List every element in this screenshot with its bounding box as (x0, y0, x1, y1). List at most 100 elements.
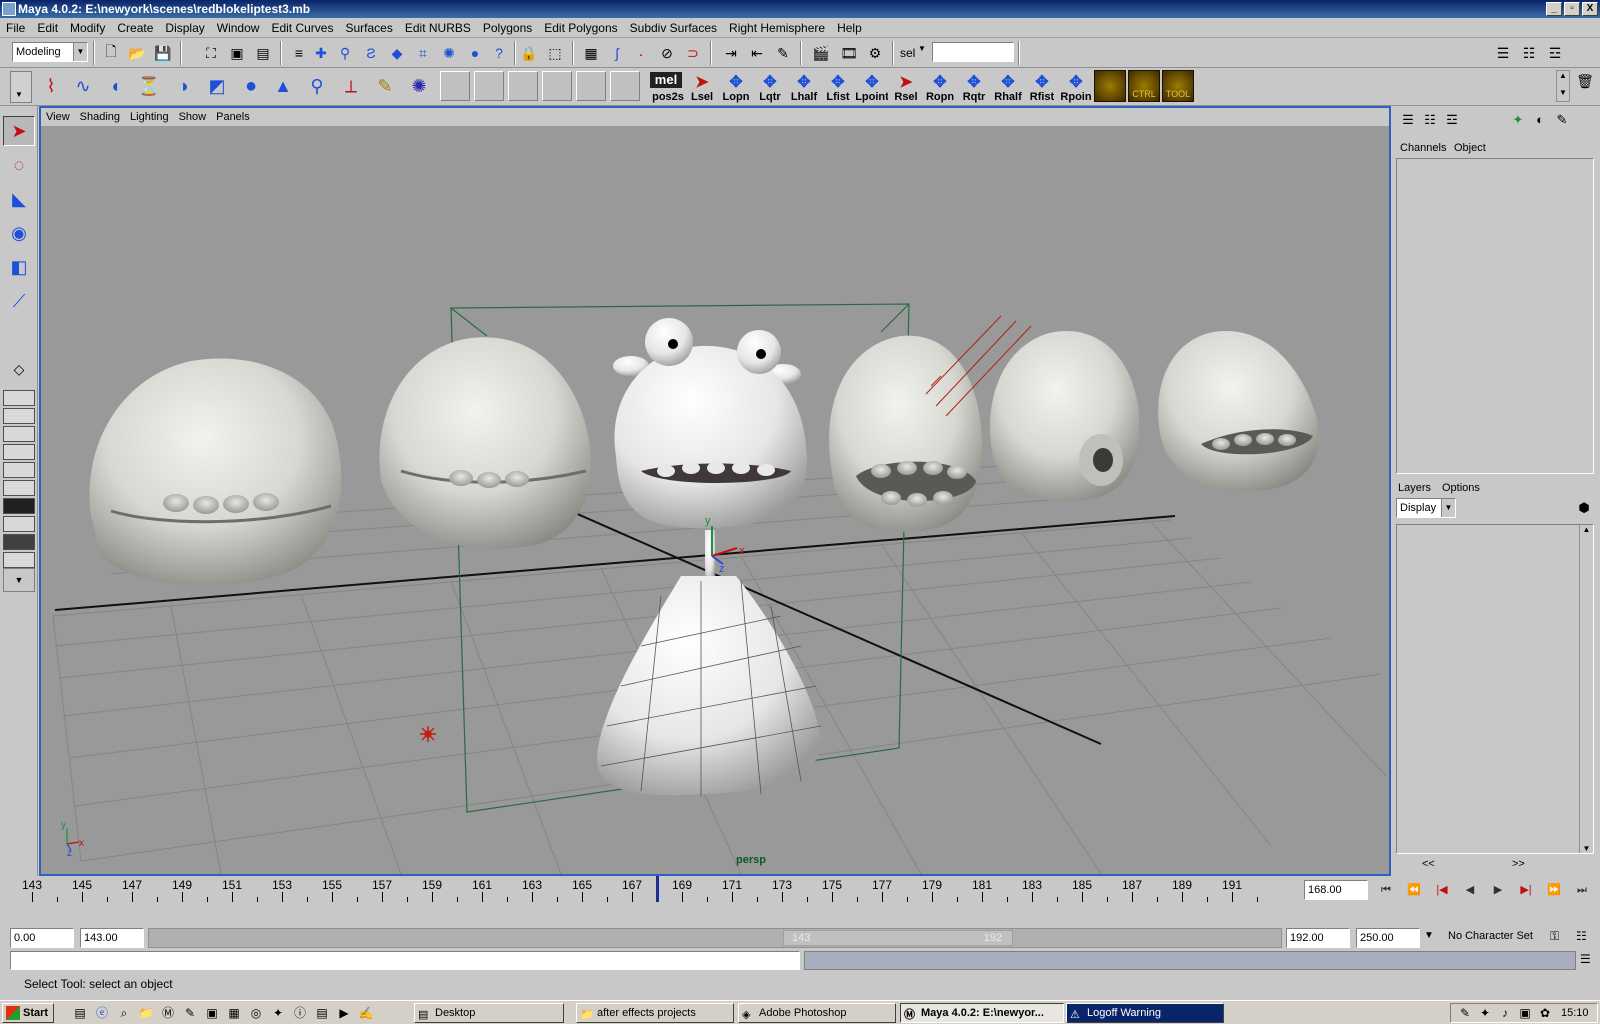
quicklaunch-app-icon[interactable]: ▶ (336, 1005, 352, 1021)
viewport-menu-show[interactable]: Show (174, 108, 212, 126)
current-time-marker[interactable] (656, 876, 659, 902)
chevron-down-icon[interactable]: ▼ (918, 44, 926, 53)
persp-graph-layout-icon[interactable] (3, 480, 35, 496)
shelf-empty-slot[interactable] (610, 71, 640, 101)
shelf-empty-slot[interactable] (542, 71, 572, 101)
quicklaunch-app-icon[interactable]: ✎ (182, 1005, 198, 1021)
ipr-render-icon[interactable]: 🎞 (838, 42, 860, 64)
select-component-icon[interactable]: ▤ (252, 42, 274, 64)
shelf-button-rsel[interactable]: ➤ Rsel (890, 71, 922, 104)
viewport-persp[interactable]: View Shading Lighting Show Panels y x z … (39, 106, 1391, 876)
shelf-scrollbar[interactable]: ▲ ▼ (1556, 70, 1570, 102)
planar-icon[interactable]: ◩ (206, 75, 228, 97)
snap-curve-icon[interactable]: ʃ (606, 42, 628, 64)
tray-app-icon[interactable]: ✎ (1457, 1005, 1473, 1021)
chevron-down-icon[interactable]: ▼ (1557, 88, 1569, 97)
graph-layout-icon[interactable] (3, 552, 35, 568)
quicklaunch-ie-icon[interactable]: ⓔ (94, 1005, 110, 1021)
cv-curve-icon[interactable]: ⌇ (40, 75, 62, 97)
start-button[interactable]: Start (2, 1003, 54, 1023)
playback-end-field[interactable]: 192.00 (1286, 928, 1350, 948)
misc-mask-icon[interactable]: ? (488, 42, 510, 64)
menu-edit[interactable]: Edit (31, 18, 64, 38)
task-adobe-photoshop[interactable]: ◈ Adobe Photoshop (738, 1003, 896, 1023)
particle-icon[interactable]: ✺ (408, 75, 430, 97)
menu-subdiv-surfaces[interactable]: Subdiv Surfaces (624, 18, 723, 38)
menu-modify[interactable]: Modify (64, 18, 111, 38)
quicklaunch-app-icon[interactable]: ▣ (204, 1005, 220, 1021)
input-ops-icon[interactable]: ⇥ (720, 42, 742, 64)
quick-select-input[interactable] (932, 42, 1014, 62)
close-button[interactable]: X (1582, 2, 1598, 16)
anim-start-field[interactable]: 0.00 (10, 928, 74, 948)
save-scene-icon[interactable]: 💾 (152, 42, 174, 64)
menu-window[interactable]: Window (211, 18, 266, 38)
minimize-button[interactable]: _ (1546, 2, 1562, 16)
quicklaunch-app-icon[interactable]: ◎ (248, 1005, 264, 1021)
mode-selector[interactable]: Modeling ▼ (12, 42, 88, 62)
show-channel-box-icon[interactable]: ☲ (1544, 42, 1566, 64)
shelf-button-rhalf[interactable]: ✥ Rhalf (992, 71, 1024, 104)
chevron-up-icon[interactable]: ▲ (1557, 71, 1569, 80)
character-set-chevron-icon[interactable]: ▼ (1424, 930, 1434, 941)
quicklaunch-folder-icon[interactable]: 📁 (138, 1005, 154, 1021)
show-tool-settings-icon[interactable]: ☷ (1518, 42, 1540, 64)
step-forward-frame-icon[interactable]: ▶| (1514, 880, 1538, 900)
quicklaunch-maya-icon[interactable]: Ⓜ (160, 1005, 176, 1021)
channel-box-only-icon[interactable]: ☷ (1420, 112, 1440, 132)
nurbs-sphere-icon[interactable]: ● (240, 75, 262, 97)
shelf-tool-button[interactable]: TOOL (1162, 70, 1194, 102)
shelf-empty-slot[interactable] (440, 71, 470, 101)
menu-surfaces[interactable]: Surfaces (339, 18, 398, 38)
shelf-button-rfist[interactable]: ✥ Rfist (1026, 71, 1058, 104)
shelf-ctrl-button[interactable]: CTRL (1128, 70, 1160, 102)
render-icon[interactable]: 🎬 (810, 42, 832, 64)
output-ops-icon[interactable]: ⇤ (746, 42, 768, 64)
rotate-tool-icon[interactable]: ◉ (3, 218, 35, 248)
select-hierarchy-icon[interactable]: ⛶ (200, 42, 222, 64)
go-to-end-icon[interactable]: ⏭ (1570, 880, 1594, 900)
restore-button[interactable]: ▫ (1564, 2, 1580, 16)
render-layer-icon[interactable]: ✦ (1508, 112, 1528, 132)
shelf-button-lpoint[interactable]: ✥ Lpoint (856, 71, 888, 104)
chevron-down-icon[interactable]: ▼ (1580, 844, 1593, 853)
time-slider[interactable]: 143 145 147 149 151 153 155 157 159 161 163 165 167 1… (0, 876, 1600, 924)
task-after-effects-projects[interactable]: 📁 after effects projects (576, 1003, 734, 1023)
layout-menu-chevron-icon[interactable]: ▼ (3, 568, 35, 592)
shelf-button-lfist[interactable]: ✥ Lfist (822, 71, 854, 104)
menu-help[interactable]: Help (831, 18, 868, 38)
quicklaunch-desktop-icon[interactable]: ▤ (72, 1005, 88, 1021)
select-object-icon[interactable]: ▣ (226, 42, 248, 64)
play-backward-icon[interactable]: ◀ (1458, 880, 1482, 900)
render-mask-icon[interactable]: ● (464, 42, 486, 64)
script-editor-icon[interactable]: ☰ (1580, 952, 1591, 966)
quicklaunch-app-icon[interactable]: ▦ (226, 1005, 242, 1021)
curve-mask-icon[interactable]: Ƨ (360, 42, 382, 64)
dynamics-mask-icon[interactable]: ✺ (438, 42, 460, 64)
clock[interactable]: 15:10 (1561, 1007, 1589, 1019)
menu-edit-nurbs[interactable]: Edit NURBS (399, 18, 477, 38)
command-input[interactable] (10, 951, 800, 970)
shelf-button-rpoin[interactable]: ✥ Rpoin (1060, 71, 1092, 104)
trash-icon[interactable]: 🗑 (1574, 70, 1596, 92)
shelf-button-lhalf[interactable]: ✥ Lhalf (788, 71, 820, 104)
shelf-empty-slot[interactable] (508, 71, 538, 101)
tab-channels[interactable]: Channels (1400, 142, 1446, 154)
shelf-button-lsel[interactable]: ➤ Lsel (686, 71, 718, 104)
ep-curve-icon[interactable]: ∿ (72, 75, 94, 97)
move-tool-icon[interactable]: ◣ (3, 184, 35, 214)
deformer-mask-icon[interactable]: ⌗ (412, 42, 434, 64)
plus-icon[interactable]: ✚ (310, 42, 332, 64)
render-view-layout-icon[interactable] (3, 534, 35, 550)
menu-right-hemisphere[interactable]: Right Hemisphere (723, 18, 831, 38)
menu-polygons[interactable]: Polygons (477, 18, 538, 38)
quicklaunch-app-icon[interactable]: ✍ (358, 1005, 374, 1021)
menu-create[interactable]: Create (111, 18, 159, 38)
shelf-empty-slot[interactable] (576, 71, 606, 101)
highlight-selection-icon[interactable]: ⬚ (544, 42, 566, 64)
time-ruler[interactable]: 143 145 147 149 151 153 155 157 159 161 163 165 167 1… (10, 876, 1278, 904)
persp-graph-layout-icon[interactable] (3, 462, 35, 478)
window-titlebar[interactable]: Maya 4.0.2: E:\newyork\scenes\redblokeli… (0, 0, 1600, 18)
quicklaunch-app-icon[interactable]: ⓘ (292, 1005, 308, 1021)
nurbs-cone-icon[interactable]: ▲ (272, 75, 294, 97)
